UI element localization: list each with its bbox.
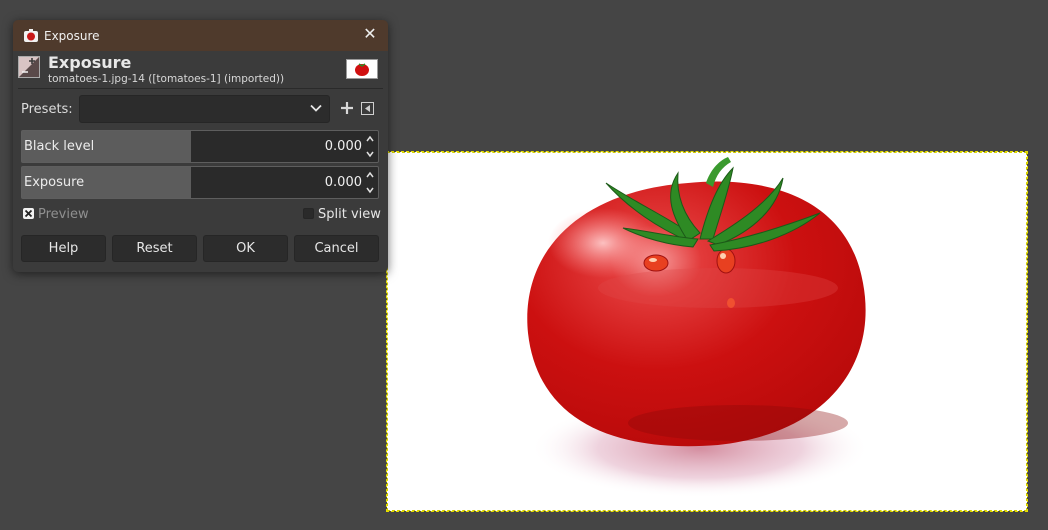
window-title: Exposure xyxy=(44,29,100,43)
help-button[interactable]: Help xyxy=(21,235,106,262)
exposure-spinscale[interactable]: Exposure 0.000 xyxy=(21,166,379,199)
preview-toggle[interactable]: Preview xyxy=(23,207,89,222)
black-level-value[interactable]: 0.000 xyxy=(325,139,362,154)
gimp-app-icon xyxy=(24,29,38,42)
presets-label: Presets: xyxy=(21,102,73,117)
chevron-up-icon[interactable] xyxy=(365,134,375,144)
exposure-value[interactable]: 0.000 xyxy=(325,175,362,190)
close-icon[interactable]: ✕ xyxy=(362,26,378,42)
dialog-header: Exposure tomatoes-1.jpg-14 ([tomatoes-1]… xyxy=(13,51,388,88)
black-level-label: Black level xyxy=(24,139,95,154)
split-view-checkbox[interactable] xyxy=(303,208,314,219)
check-icon xyxy=(24,209,33,218)
chevron-up-icon[interactable] xyxy=(365,170,375,180)
image-canvas[interactable] xyxy=(386,151,1028,512)
dialog-titlebar[interactable]: Exposure ✕ xyxy=(13,20,388,51)
preview-checkbox[interactable] xyxy=(23,208,34,219)
chevron-down-icon xyxy=(310,104,322,112)
dialog-subheading: tomatoes-1.jpg-14 ([tomatoes-1] (importe… xyxy=(48,73,285,85)
image-thumbnail xyxy=(346,59,378,79)
dialog-heading: Exposure xyxy=(48,53,132,72)
split-view-label: Split view xyxy=(318,207,381,222)
plus-icon[interactable] xyxy=(339,100,355,116)
split-view-toggle[interactable]: Split view xyxy=(303,207,381,222)
header-divider xyxy=(18,88,383,89)
tomato-image xyxy=(527,157,870,498)
exposure-dialog: Exposure ✕ Exposure tomatoes-1.jpg-14 ([… xyxy=(13,20,388,272)
chevron-down-icon[interactable] xyxy=(365,185,375,195)
cancel-button[interactable]: Cancel xyxy=(294,235,379,262)
chevron-down-icon[interactable] xyxy=(365,149,375,159)
exposure-label: Exposure xyxy=(24,175,85,190)
preview-label: Preview xyxy=(38,207,89,222)
ok-button[interactable]: OK xyxy=(203,235,288,262)
menu-arrow-icon[interactable] xyxy=(361,102,374,115)
exposure-tool-icon xyxy=(18,56,40,78)
reset-button[interactable]: Reset xyxy=(112,235,197,262)
black-level-spinscale[interactable]: Black level 0.000 xyxy=(21,130,379,163)
presets-combo[interactable] xyxy=(79,95,330,123)
